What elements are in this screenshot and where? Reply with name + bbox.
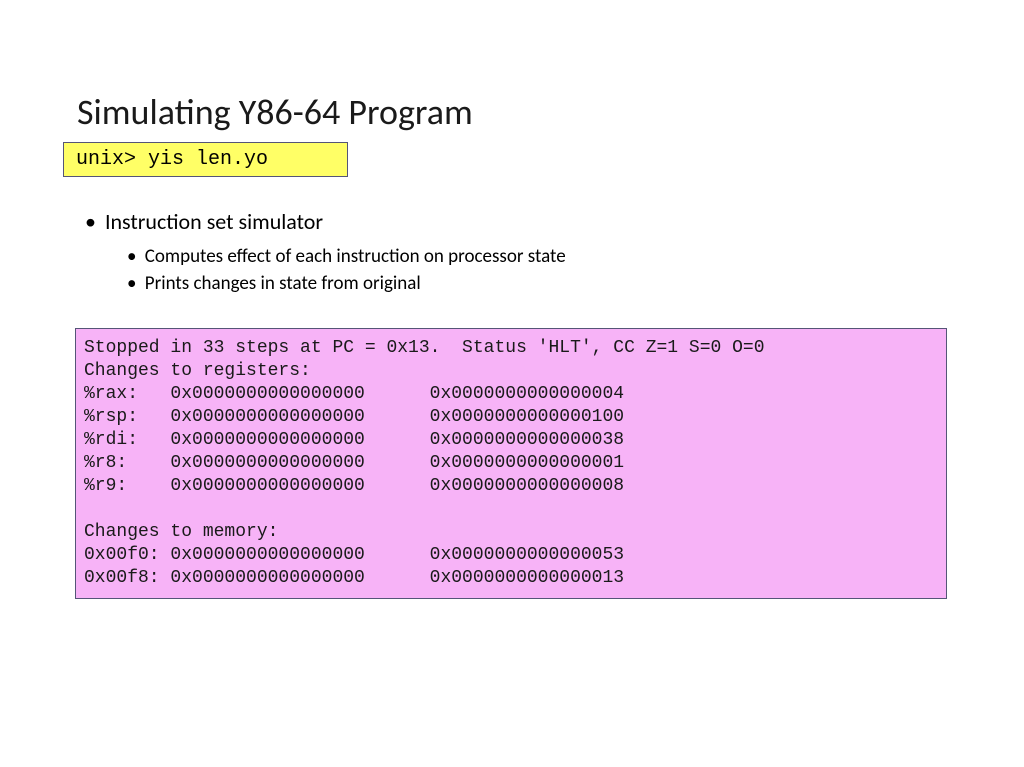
- command-line-box: unix> yis len.yo: [63, 142, 348, 177]
- bullet-list: Instruction set simulator Computes effec…: [85, 208, 566, 299]
- bullet-sub-2: Prints changes in state from original: [127, 272, 566, 295]
- bullet-sub-1: Computes effect of each instruction on p…: [127, 245, 566, 268]
- bullet-main: Instruction set simulator: [85, 208, 566, 235]
- simulator-output-box: Stopped in 33 steps at PC = 0x13. Status…: [75, 328, 947, 599]
- slide-title: Simulating Y86-64 Program: [77, 90, 473, 134]
